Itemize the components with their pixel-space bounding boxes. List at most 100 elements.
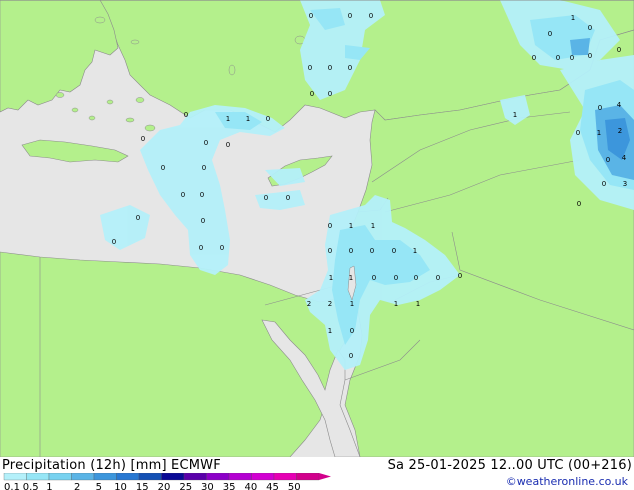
grid-value: 0 [226,141,230,149]
legend-tick: 35 [223,482,236,490]
legend-tick: 0.5 [23,482,39,490]
legend-tick: 25 [179,482,192,490]
legend-swatch [138,473,162,481]
grid-value: 1 [416,300,420,308]
grid-value: 0 [348,64,352,72]
legend-tick: 45 [266,482,279,490]
grid-value: 0 [161,164,165,172]
legend-arrow [319,473,331,480]
grid-value: 0 [112,238,116,246]
grid-value: 1 [513,111,517,119]
map-canvas: 0 0 0 0 0 0 0 0 1 1 0 0 0 0 0 0 0 0 0 0 0 0 0 0 0 0 0 1 1 0 0 0 0 1 1 1 0 0 0 0… [0,0,634,457]
grid-value: 0 [184,111,188,119]
legend-swatch [251,473,275,481]
grid-value: 0 [588,24,592,32]
grid-value: 0 [309,12,313,20]
grid-value: 1 [350,300,354,308]
grid-value: 0 [264,194,268,202]
grid-value: 1 [394,300,398,308]
grid-value: 0 [570,54,574,62]
grid-value: 0 [392,247,396,255]
grid-value: 0 [328,222,332,230]
grid-value: 1 [413,247,417,255]
legend-color-bar [3,473,331,481]
grid-value: 1 [349,274,353,282]
grid-value: 0 [266,115,270,123]
legend-tick: 10 [114,482,127,490]
legend-swatch [93,473,117,481]
grid-value: 1 [226,115,230,123]
legend-tick: 50 [288,482,301,490]
grid-value: 0 [308,64,312,72]
grid-value: 2 [328,300,332,308]
grid-value: 0 [372,274,376,282]
grid-value: 0 [141,135,145,143]
grid-value: 1 [349,222,353,230]
grid-value: 0 [350,327,354,335]
legend-tick: 20 [158,482,171,490]
legend-swatch [26,473,50,481]
legend-swatch [206,473,230,481]
grid-value: 0 [201,217,205,225]
grid-value: 0 [458,272,462,280]
grid-value: 0 [220,244,224,252]
grid-value: 0 [588,52,592,60]
grid-value: 0 [548,30,552,38]
grid-value: 0 [556,54,560,62]
grid-value: 2 [307,300,311,308]
grid-value: 0 [286,194,290,202]
legend-tick: 1 [46,482,52,490]
credit-link[interactable]: ©weatheronline.co.uk [506,475,628,488]
grid-value: 1 [597,129,601,137]
grid-value: 0 [532,54,536,62]
legend-swatch [48,473,72,481]
grid-value: 0 [577,200,581,208]
grid-value: 4 [617,101,622,109]
grid-value: 0 [348,12,352,20]
legend-tick: 15 [136,482,149,490]
map-title: Precipitation (12h) [mm] ECMWF [2,458,221,473]
grid-value: 0 [199,244,203,252]
grid-value: 0 [349,352,353,360]
grid-value: 1 [246,115,250,123]
grid-value: 0 [576,129,580,137]
legend-swatch [71,473,95,481]
grid-value: 0 [606,156,610,164]
legend-tick: 0.1 [4,482,20,490]
grid-value: 1 [328,327,332,335]
legend-swatch [116,473,140,481]
grid-value: 0 [617,46,621,54]
grid-value: 0 [436,274,440,282]
grid-value: 0 [369,12,373,20]
grid-value: 0 [328,90,332,98]
grid-value: 0 [394,274,398,282]
grid-value: 0 [181,191,185,199]
legend-tick: 5 [96,482,102,490]
legend-tick-labels: 0.1 0.5 1 2 5 10 15 20 25 30 35 40 45 50 [4,482,301,490]
grid-value: 3 [623,180,627,188]
valid-time: Sa 25-01-2025 12..00 UTC (00+216) [387,458,632,473]
grid-value: 2 [618,127,622,135]
legend-swatch [228,473,252,481]
grid-value: 0 [349,247,353,255]
precipitation-map[interactable]: 0 0 0 0 0 0 0 0 1 1 0 0 0 0 0 0 0 0 0 0 0 0 0 0 0 0 0 1 1 0 0 0 0 1 1 1 0 0 0 0… [0,0,634,457]
legend-swatch [183,473,207,481]
grid-value: 0 [204,139,208,147]
grid-value: 0 [310,90,314,98]
grid-value: 0 [414,274,418,282]
legend: 0.1 0.5 1 2 5 10 15 20 25 30 35 40 45 50 [3,473,331,490]
legend-tick: 40 [244,482,257,490]
grid-value: 0 [136,214,140,222]
legend-swatch [161,473,185,481]
grid-value: 0 [370,247,374,255]
grid-value: 0 [200,191,204,199]
legend-swatch [3,473,27,481]
legend-tick: 30 [201,482,214,490]
grid-value: 1 [571,14,575,22]
grid-value: 4 [622,154,627,162]
grid-value: 0 [598,104,602,112]
legend-swatch [273,473,297,481]
grid-value: 0 [328,64,332,72]
grid-value: 1 [371,222,375,230]
map-footer: Precipitation (12h) [mm] ECMWF Sa 25-01-… [0,457,634,490]
